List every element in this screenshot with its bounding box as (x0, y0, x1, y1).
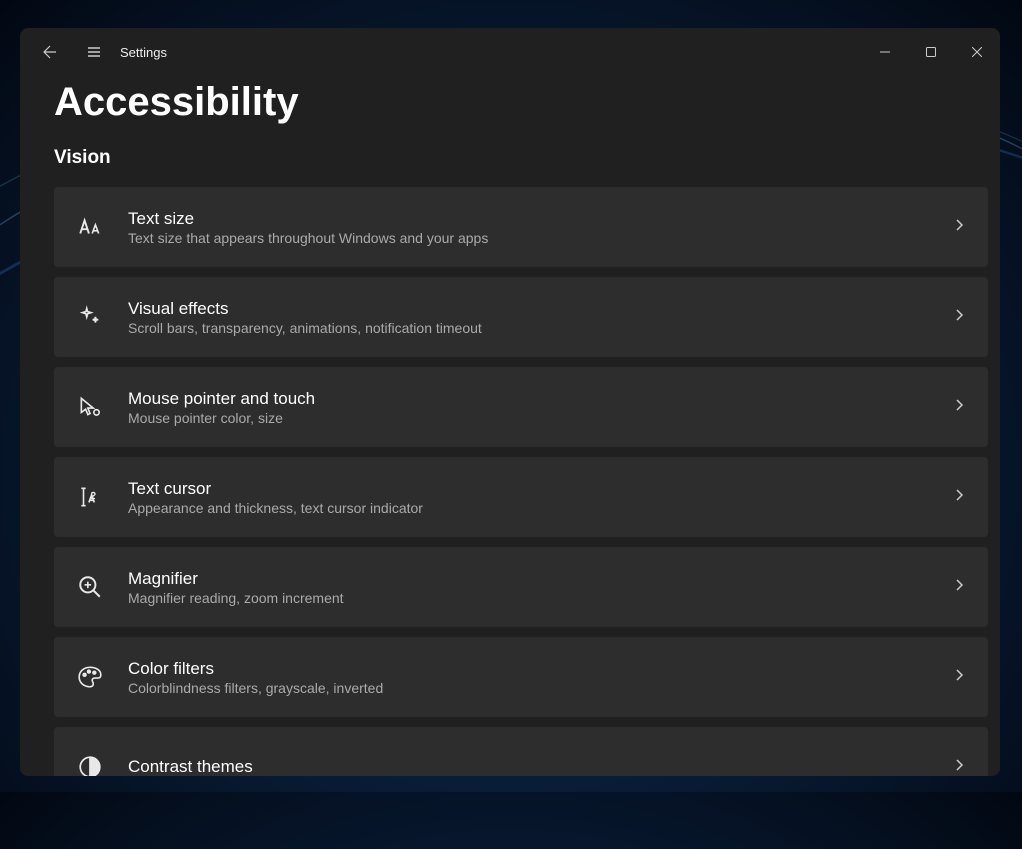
item-title: Magnifier (128, 569, 952, 589)
hamburger-icon (86, 44, 102, 60)
contrast-icon (76, 753, 104, 776)
item-title: Text size (128, 209, 952, 229)
chevron-right-icon (952, 488, 966, 507)
item-desc: Appearance and thickness, text cursor in… (128, 500, 952, 516)
back-icon (42, 44, 58, 60)
item-mouse-pointer[interactable]: Mouse pointer and touch Mouse pointer co… (54, 367, 988, 447)
item-color-filters[interactable]: Color filters Colorblindness filters, gr… (54, 637, 988, 717)
item-desc: Mouse pointer color, size (128, 410, 952, 426)
chevron-right-icon (952, 218, 966, 237)
section-header-vision: Vision (54, 147, 988, 169)
palette-icon (76, 663, 104, 691)
item-title: Visual effects (128, 299, 952, 319)
chevron-right-icon (952, 578, 966, 597)
item-text-cursor[interactable]: Text cursor Appearance and thickness, te… (54, 457, 988, 537)
item-desc: Magnifier reading, zoom increment (128, 590, 952, 606)
pointer-icon (76, 393, 104, 421)
text-cursor-icon (76, 483, 104, 511)
item-desc: Colorblindness filters, grayscale, inver… (128, 680, 952, 696)
chevron-right-icon (952, 308, 966, 327)
item-desc: Scroll bars, transparency, animations, n… (128, 320, 952, 336)
chevron-right-icon (952, 758, 966, 777)
item-title: Color filters (128, 659, 952, 679)
chevron-right-icon (952, 398, 966, 417)
scroll-area[interactable]: Vision Text size Text size that appears … (54, 147, 1000, 776)
magnifier-icon (76, 573, 104, 601)
item-text-size[interactable]: Text size Text size that appears through… (54, 187, 988, 267)
item-title: Text cursor (128, 479, 952, 499)
minimize-icon (880, 47, 890, 57)
item-contrast-themes[interactable]: Contrast themes (54, 727, 988, 776)
item-magnifier[interactable]: Magnifier Magnifier reading, zoom increm… (54, 547, 988, 627)
item-title: Contrast themes (128, 757, 952, 777)
settings-window: Settings Accessibility Vision Text si (20, 28, 1000, 776)
text-size-icon (76, 213, 104, 241)
back-button[interactable] (28, 30, 72, 74)
item-desc: Text size that appears throughout Window… (128, 230, 952, 246)
maximize-icon (926, 47, 936, 57)
titlebar: Settings (20, 28, 1000, 76)
item-title: Mouse pointer and touch (128, 389, 952, 409)
close-icon (972, 47, 982, 57)
maximize-button[interactable] (908, 36, 954, 68)
window-controls (862, 36, 1000, 68)
item-visual-effects[interactable]: Visual effects Scroll bars, transparency… (54, 277, 988, 357)
close-button[interactable] (954, 36, 1000, 68)
minimize-button[interactable] (862, 36, 908, 68)
menu-button[interactable] (72, 30, 116, 74)
sparkle-icon (76, 303, 104, 331)
chevron-right-icon (952, 668, 966, 687)
page-title: Accessibility (54, 80, 1000, 125)
app-title: Settings (120, 45, 167, 60)
